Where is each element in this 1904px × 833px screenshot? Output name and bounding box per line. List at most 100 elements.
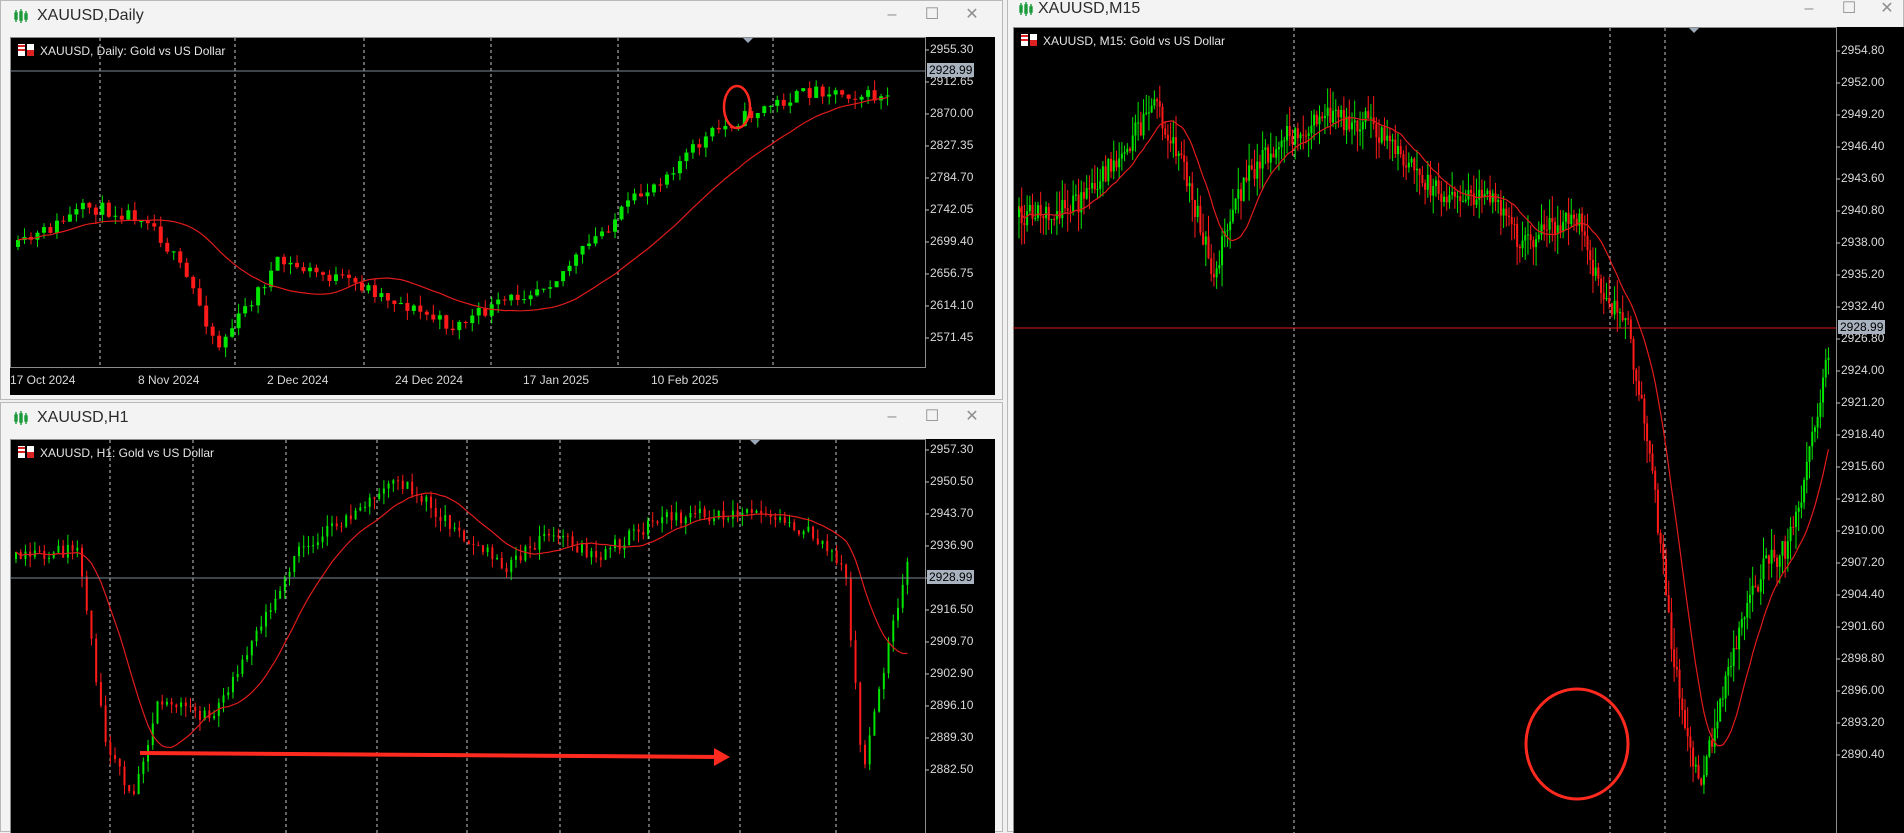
chart-area[interactable]: XAUUSD, Daily: Gold vs US Dollar 2955.30…	[10, 37, 995, 395]
candle-body	[345, 515, 347, 526]
current-price-badge: 2928.99	[927, 570, 974, 584]
candle-body	[1156, 99, 1158, 101]
candle-body	[224, 337, 228, 348]
close-button[interactable]: ✕	[961, 407, 983, 427]
candle-body	[1554, 222, 1556, 234]
shift-marker[interactable]	[750, 440, 760, 445]
titlebar[interactable]: XAUUSD,Daily – ☐ ✕	[1, 1, 1002, 31]
candle-body	[386, 293, 390, 300]
candle-body	[166, 702, 168, 705]
candle-body	[886, 95, 890, 96]
candle-body	[1397, 146, 1399, 154]
candle-body	[336, 523, 338, 526]
candle-body	[1199, 206, 1201, 233]
candle-body	[710, 128, 714, 137]
price-label: 2949.20	[1841, 107, 1884, 121]
candle-body	[1286, 126, 1288, 140]
candle-body	[864, 745, 866, 765]
candle-body	[699, 509, 701, 513]
candle-body	[1538, 235, 1540, 240]
candle-body	[557, 535, 559, 537]
close-button[interactable]: ✕	[1876, 0, 1898, 19]
candle-body	[1419, 169, 1421, 175]
candle-body	[590, 551, 592, 557]
maximize-button[interactable]: ☐	[921, 5, 943, 25]
candle-body	[656, 522, 658, 524]
price-label: 2952.00	[1841, 75, 1884, 89]
candle-body	[113, 216, 117, 217]
candle-body	[801, 88, 805, 91]
date-label: 2 Dec 2024	[267, 373, 328, 387]
candle-body	[1446, 197, 1448, 203]
candle-body	[1681, 698, 1683, 710]
shift-marker[interactable]	[743, 38, 753, 43]
window-h1[interactable]: XAUUSD,H1 – ☐ ✕ XAUUSD, H1: Gold vs US D…	[0, 402, 1003, 832]
candle-body	[869, 735, 871, 764]
candle-body	[1597, 268, 1599, 279]
window-m15[interactable]: XAUUSD,M15 – ☐ ✕ XAUUSD, M15: Gold vs US…	[1007, 0, 1904, 832]
candle-body	[1481, 190, 1483, 197]
maximize-button[interactable]: ☐	[921, 407, 943, 427]
titlebar[interactable]: XAUUSD,H1 – ☐ ✕	[1, 403, 1002, 433]
candle-body	[146, 221, 150, 223]
window-daily[interactable]: XAUUSD,Daily – ☐ ✕ XAUUSD, Daily: Gold v…	[0, 0, 1003, 400]
candle-body	[142, 762, 144, 774]
price-label: 2916.50	[930, 602, 973, 616]
candle-body	[1197, 206, 1199, 217]
candle-body	[1619, 312, 1621, 313]
chart-area[interactable]: XAUUSD, M15: Gold vs US Dollar 2954.8029…	[1013, 27, 1904, 833]
candle-body	[1045, 207, 1047, 218]
candle-body	[1746, 603, 1748, 618]
candle-body	[878, 689, 880, 712]
candle-body	[340, 526, 342, 527]
candle-body	[1654, 471, 1656, 490]
candle-body	[675, 513, 677, 521]
candle-body	[1773, 550, 1775, 558]
candle-body	[1097, 189, 1099, 190]
candle-body	[1313, 115, 1315, 126]
candle-body	[1411, 159, 1413, 163]
moving-average-line	[1019, 118, 1829, 746]
candle-body	[600, 557, 602, 559]
candle-body	[211, 327, 215, 336]
candle-body	[1319, 117, 1321, 125]
candle-body	[392, 301, 396, 305]
titlebar[interactable]: XAUUSD,M15 – ☐ ✕	[1008, 0, 1903, 23]
candle-body	[431, 315, 435, 320]
price-label: 2910.00	[1841, 523, 1884, 537]
candle-body	[1159, 101, 1161, 107]
candle-body	[1513, 224, 1515, 225]
price-label: 2656.75	[930, 266, 973, 280]
candle-body	[607, 231, 611, 232]
candle-body	[315, 268, 319, 273]
chart-area[interactable]: XAUUSD, H1: Gold vs US Dollar 2957.30295…	[10, 439, 995, 833]
close-button[interactable]: ✕	[961, 5, 983, 25]
candle-body	[1440, 194, 1442, 202]
candle-body	[1132, 136, 1134, 151]
candle-body	[529, 295, 533, 299]
candle-body	[1327, 108, 1329, 116]
candle-body	[594, 236, 598, 243]
candle-body	[1784, 541, 1786, 559]
candle-body	[803, 531, 805, 534]
candle-body	[439, 517, 441, 521]
candle-body	[548, 534, 550, 536]
price-label: 2904.40	[1841, 587, 1884, 601]
candle-body	[1584, 232, 1586, 236]
minimize-button[interactable]: –	[881, 407, 903, 427]
candle-body	[383, 489, 385, 494]
candle-body	[1549, 218, 1551, 230]
candle-body	[534, 548, 536, 550]
minimize-button[interactable]: –	[1798, 0, 1820, 19]
candle-body	[355, 511, 357, 520]
price-label: 2943.60	[1841, 171, 1884, 185]
candle-body	[402, 481, 404, 489]
maximize-button[interactable]: ☐	[1838, 0, 1860, 19]
candle-body	[1735, 648, 1737, 649]
shift-marker[interactable]	[1689, 28, 1699, 33]
minimize-button[interactable]: –	[881, 5, 903, 25]
candle-body	[1630, 319, 1632, 339]
candle-body	[1570, 215, 1572, 224]
candle-body	[831, 551, 833, 552]
candle-body	[289, 572, 291, 577]
